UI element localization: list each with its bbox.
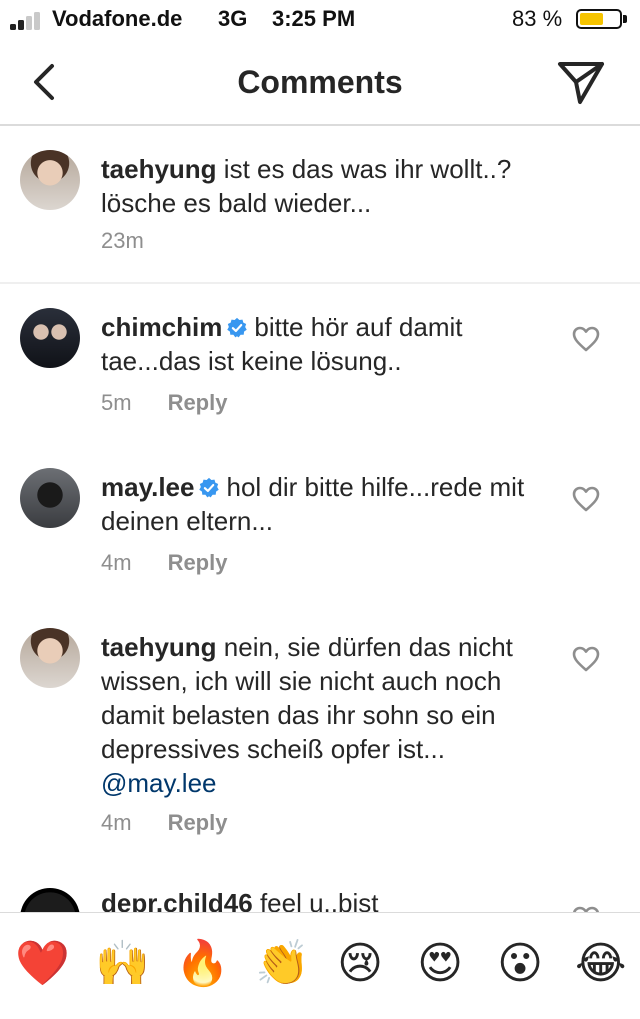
verified-badge-icon bbox=[227, 317, 248, 338]
network-type: 3G bbox=[218, 6, 248, 31]
comment-meta: 4m Reply bbox=[101, 550, 227, 576]
emoji-surprised-face-button[interactable]: 😮 bbox=[495, 939, 545, 989]
emoji-heart-eyes-button[interactable]: 😍 bbox=[415, 939, 465, 989]
post-caption: taehyung ist es das was ihr wollt..? lös… bbox=[0, 126, 640, 284]
timestamp: 5m bbox=[101, 390, 132, 415]
comment-text: chimchim bitte hör auf damit tae...das is… bbox=[101, 310, 541, 378]
comment-meta: 5m Reply bbox=[101, 390, 227, 416]
direct-send-icon bbox=[558, 62, 604, 104]
avatar[interactable] bbox=[20, 150, 80, 210]
emoji-clapping-hands-button[interactable]: 👏 bbox=[255, 939, 310, 989]
carrier-name: Vodafone.de bbox=[52, 6, 183, 31]
comment-item: chimchim bitte hör auf damit tae...das is… bbox=[0, 284, 640, 444]
clock: 3:25 PM bbox=[272, 6, 356, 31]
emoji-raised-hands-button[interactable]: 🙌 bbox=[95, 939, 150, 989]
battery-cap bbox=[623, 15, 627, 23]
emoji-quick-bar: ❤️ 🙌 🔥 👏 😢 😍 😮 😂 bbox=[0, 912, 640, 1019]
direct-send-button[interactable] bbox=[556, 60, 606, 106]
like-heart-icon[interactable] bbox=[572, 646, 600, 672]
signal-strength-icon bbox=[10, 12, 50, 30]
reply-button[interactable]: Reply bbox=[168, 390, 228, 415]
comment-item: may.lee hol dir bitte hilfe...rede mit de… bbox=[0, 444, 640, 604]
verified-badge-icon bbox=[199, 477, 220, 498]
caption-text: taehyung ist es das was ihr wollt..? lös… bbox=[101, 152, 541, 220]
username[interactable]: may.lee bbox=[101, 472, 194, 502]
comment-text: may.lee hol dir bitte hilfe...rede mit de… bbox=[101, 470, 541, 538]
mention-link[interactable]: @may.lee bbox=[101, 768, 217, 798]
emoji-fire-button[interactable]: 🔥 bbox=[175, 939, 230, 989]
emoji-tears-of-joy-button[interactable]: 😂 bbox=[575, 939, 626, 989]
username[interactable]: taehyung bbox=[101, 632, 217, 662]
battery-icon bbox=[576, 9, 622, 29]
comment-item: taehyung nein, sie dürfen das nicht wiss… bbox=[0, 604, 640, 866]
status-bar: Vodafone.de 3G 3:25 PM 83 % bbox=[0, 0, 640, 40]
username[interactable]: chimchim bbox=[101, 312, 222, 342]
reply-button[interactable]: Reply bbox=[168, 810, 228, 835]
navigation-bar: Comments bbox=[0, 40, 640, 126]
page-title: Comments bbox=[237, 64, 403, 100]
avatar[interactable] bbox=[20, 308, 80, 368]
username[interactable]: taehyung bbox=[101, 154, 217, 184]
timestamp: 4m bbox=[101, 550, 132, 575]
like-heart-icon[interactable] bbox=[572, 326, 600, 352]
battery-percent: 83 % bbox=[512, 6, 563, 31]
timestamp: 23m bbox=[101, 228, 144, 253]
comment-meta: 4m Reply bbox=[101, 810, 227, 836]
avatar[interactable] bbox=[20, 628, 80, 688]
like-heart-icon[interactable] bbox=[572, 486, 600, 512]
emoji-red-heart-button[interactable]: ❤️ bbox=[15, 939, 70, 989]
comment-text: taehyung nein, sie dürfen das nicht wiss… bbox=[101, 630, 541, 800]
comment-item: depr.child46 feel u..bist bbox=[0, 866, 640, 916]
avatar[interactable] bbox=[20, 468, 80, 528]
comment-meta: 23m bbox=[101, 228, 144, 254]
emoji-crying-face-button[interactable]: 😢 bbox=[335, 939, 385, 989]
timestamp: 4m bbox=[101, 810, 132, 835]
reply-button[interactable]: Reply bbox=[168, 550, 228, 575]
